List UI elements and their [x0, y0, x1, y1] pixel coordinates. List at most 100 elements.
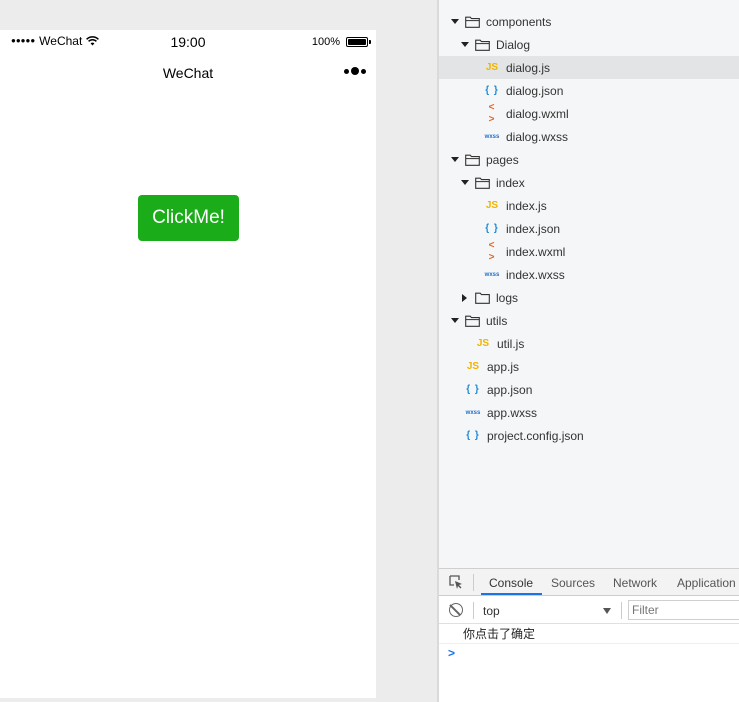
chevron-down-icon[interactable] [450, 154, 459, 166]
tree-item-label: app.wxss [487, 405, 538, 420]
clear-console-icon[interactable] [449, 603, 463, 617]
json-file-icon: { } [485, 222, 499, 234]
tree-file[interactable]: wxss app.wxss [439, 401, 739, 424]
tree-file[interactable]: < > dialog.wxml [439, 102, 739, 125]
tree-item-label: index [496, 175, 525, 190]
tree-file[interactable]: JS index.js [439, 194, 739, 217]
file-tree: components Dialog JS dialog.js { } dialog.jso… [439, 0, 739, 568]
tree-item-label: components [486, 14, 552, 29]
json-file-icon: { } [466, 383, 480, 395]
status-right: 100% [311, 36, 371, 48]
wxml-file-icon: < > [488, 239, 496, 263]
console-message: 你点击了确定 [439, 624, 739, 644]
more-dot [344, 68, 349, 74]
arrow-glyph [450, 19, 459, 24]
nav-bar: WeChat [0, 52, 376, 94]
tree-file[interactable]: wxss index.wxss [439, 263, 739, 286]
tree-item-label: dialog.wxml [506, 106, 569, 121]
tab-separator [473, 574, 474, 591]
tab-console[interactable]: Console [489, 576, 533, 590]
js-file-icon: JS [476, 337, 490, 349]
devtools-tabbar: Console Sources Network Application [439, 569, 739, 596]
tree-item-label: index.js [506, 198, 547, 213]
tree-file[interactable]: wxss dialog.wxss [439, 125, 739, 148]
folder-icon [475, 292, 490, 304]
tree-item-label: dialog.json [506, 83, 564, 98]
wxss-file-icon: wxss [465, 409, 481, 416]
arrow-glyph [460, 42, 469, 47]
inspect-element-icon[interactable] [449, 575, 463, 589]
json-file-icon: { } [466, 429, 480, 441]
arrow-glyph [460, 180, 469, 185]
arrow-glyph [462, 293, 467, 302]
tree-file[interactable]: { } app.json [439, 378, 739, 401]
folder-icon [465, 315, 480, 327]
tree-folder[interactable]: components [439, 10, 739, 33]
tree-item-label: pages [486, 152, 519, 167]
tree-item-label: dialog.wxss [506, 129, 569, 144]
phone-screen: ●●●●● WeChat 19:00 100% WeChat ClickMe! [0, 30, 376, 698]
js-file-icon: JS [466, 360, 480, 372]
folder-icon [465, 16, 480, 28]
tree-folder[interactable]: utils [439, 309, 739, 332]
tree-file[interactable]: { } index.json [439, 217, 739, 240]
nav-title: WeChat [162, 65, 214, 81]
folder-icon [465, 154, 480, 166]
more-dot [351, 67, 359, 75]
filter-input[interactable] [628, 600, 739, 620]
more-dot [361, 68, 366, 74]
chevron-down-icon[interactable] [460, 39, 469, 51]
tab-sources[interactable]: Sources [551, 576, 595, 590]
wxss-file-icon: wxss [484, 133, 500, 140]
tree-file[interactable]: JS util.js [439, 332, 739, 355]
context-select[interactable]: top [483, 604, 500, 618]
clickme-button[interactable]: ClickMe! [138, 195, 239, 241]
battery-percent: 100% [311, 36, 340, 48]
toolbar-separator [473, 602, 474, 619]
js-file-icon: JS [485, 61, 499, 73]
tree-item-label: logs [496, 290, 519, 305]
tab-application[interactable]: Application [677, 576, 736, 590]
tree-folder[interactable]: pages [439, 148, 739, 171]
tree-item-label: app.js [487, 359, 520, 374]
devtools-panel: Console Sources Network Application top … [439, 568, 739, 702]
tree-item-label: index.json [506, 221, 561, 236]
tree-folder[interactable]: Dialog [439, 33, 739, 56]
json-file-icon: { } [485, 84, 499, 96]
tree-folder[interactable]: logs [439, 286, 739, 309]
toolbar-separator [621, 602, 622, 619]
arrow-glyph [450, 318, 459, 323]
tree-folder[interactable]: index [439, 171, 739, 194]
tree-file[interactable]: JS dialog.js [439, 56, 739, 79]
tree-item-label: index.wxml [506, 244, 566, 259]
tree-item-label: project.config.json [487, 428, 584, 443]
tab-network[interactable]: Network [613, 576, 657, 590]
tree-file[interactable]: < > index.wxml [439, 240, 739, 263]
tree-item-label: util.js [497, 336, 525, 351]
folder-icon [475, 177, 490, 189]
more-menu-icon[interactable] [344, 67, 366, 75]
tree-file[interactable]: JS app.js [439, 355, 739, 378]
tree-file[interactable]: { } project.config.json [439, 424, 739, 447]
status-bar: ●●●●● WeChat 19:00 100% [0, 30, 376, 52]
folder-icon [475, 39, 490, 51]
tree-file[interactable]: { } dialog.json [439, 79, 739, 102]
console-prompt-icon[interactable]: > [448, 646, 455, 660]
tree-item-label: dialog.js [506, 60, 551, 75]
console-toolbar: top [439, 596, 739, 624]
simulator-area: ●●●●● WeChat 19:00 100% WeChat ClickMe! [0, 0, 437, 702]
tree-item-label: utils [486, 313, 508, 328]
chevron-down-icon[interactable] [450, 16, 459, 28]
battery-icon [346, 37, 371, 47]
active-tab-indicator [481, 593, 542, 595]
tree-item-label: index.wxss [506, 267, 565, 282]
wxml-file-icon: < > [488, 101, 496, 125]
chevron-down-icon[interactable] [450, 315, 459, 327]
chevron-down-icon[interactable] [460, 177, 469, 189]
arrow-glyph [450, 157, 459, 162]
js-file-icon: JS [485, 199, 499, 211]
tree-item-label: Dialog [496, 37, 531, 52]
tree-item-label: app.json [487, 382, 533, 397]
chevron-right-icon[interactable] [460, 292, 469, 304]
chevron-down-icon[interactable] [603, 608, 611, 614]
